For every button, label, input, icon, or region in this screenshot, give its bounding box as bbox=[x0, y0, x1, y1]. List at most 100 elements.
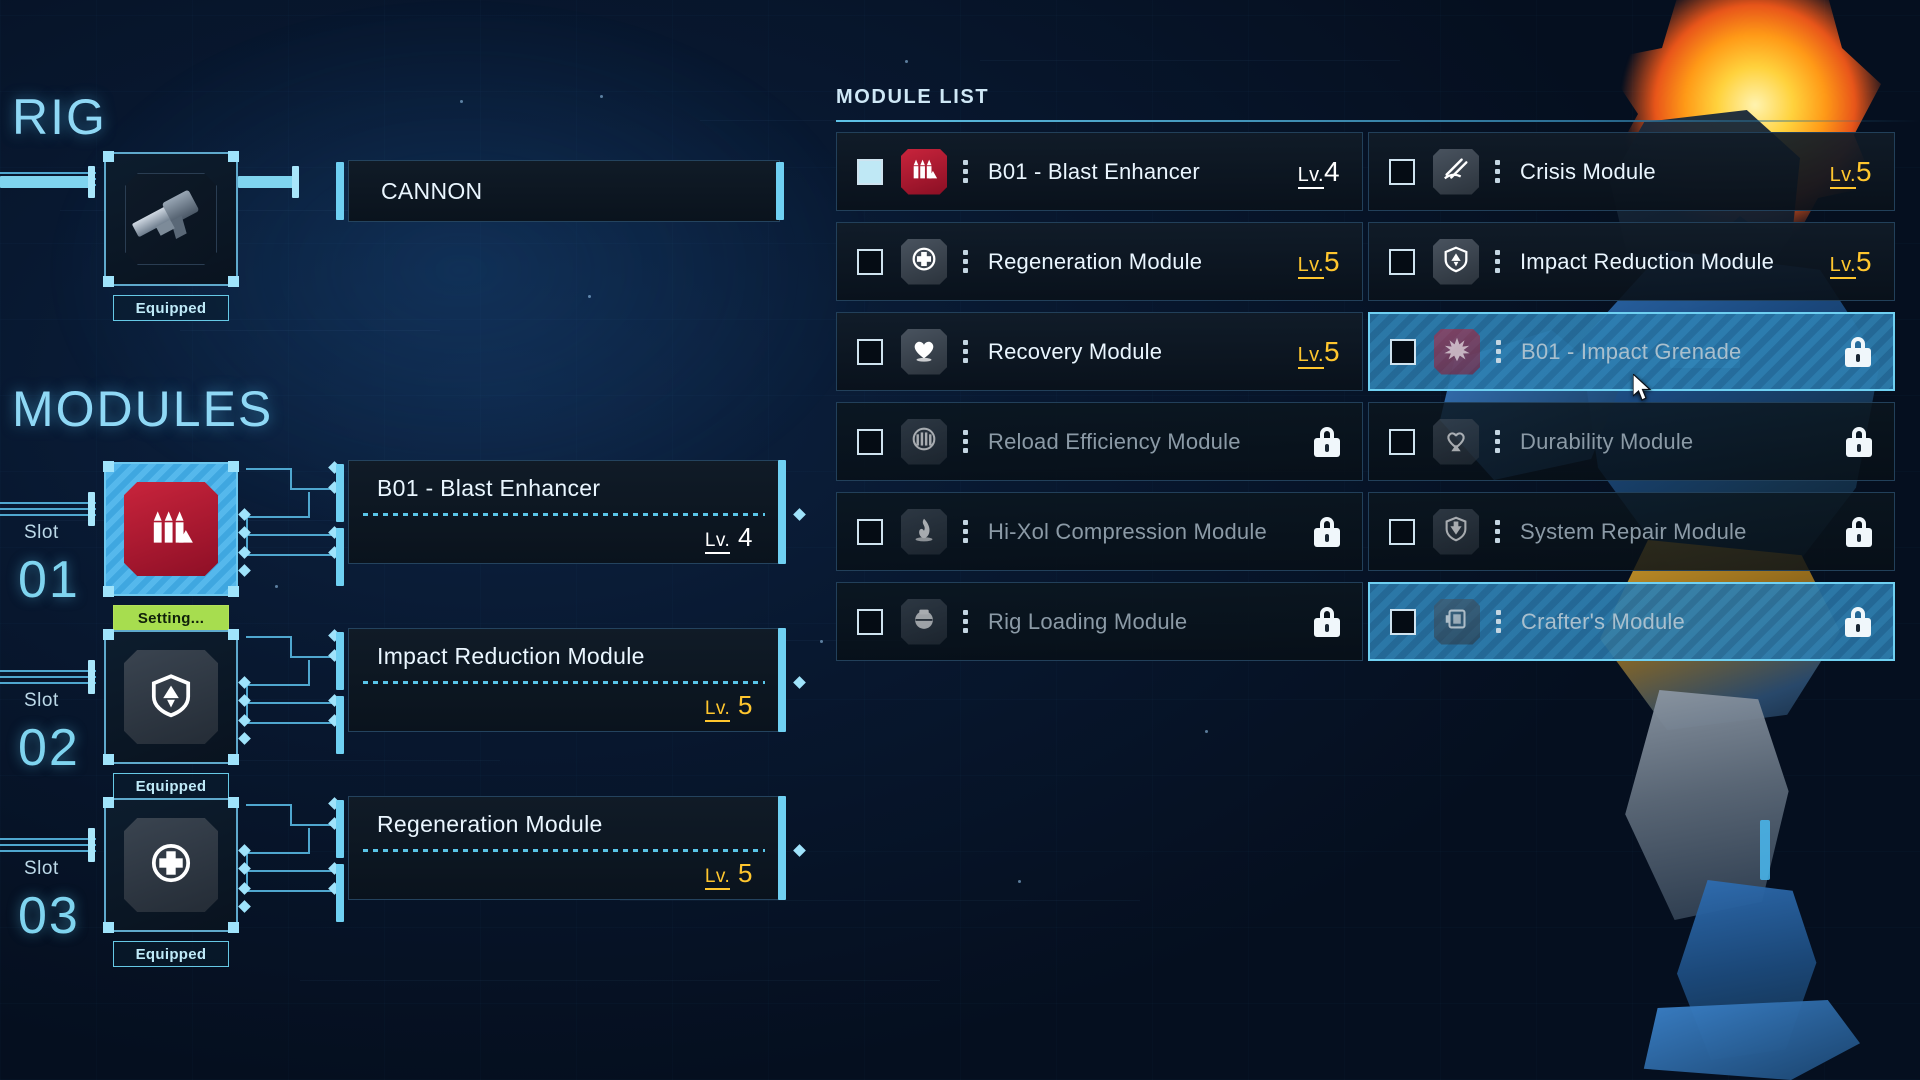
module-name: Regeneration Module bbox=[988, 248, 1203, 274]
module-drag-handle[interactable] bbox=[1495, 426, 1500, 457]
module-checkbox[interactable] bbox=[857, 428, 883, 455]
module-checkbox[interactable] bbox=[1389, 428, 1415, 455]
regeneration-icon bbox=[901, 238, 947, 285]
slot-corner bbox=[103, 629, 114, 640]
background-speck bbox=[600, 95, 603, 98]
module-slot-02[interactable] bbox=[103, 629, 239, 765]
module-checkbox[interactable] bbox=[857, 608, 883, 635]
module-status bbox=[1846, 516, 1872, 547]
slot-equipped-badge: Equipped bbox=[113, 773, 229, 799]
module-name: System Repair Module bbox=[1520, 518, 1747, 544]
level-prefix: Lv. bbox=[704, 530, 731, 554]
level-value: 4 bbox=[738, 522, 753, 552]
module-slot-01[interactable] bbox=[103, 461, 239, 597]
module-checkbox[interactable] bbox=[1389, 248, 1415, 275]
panel-left-bar-top bbox=[336, 800, 344, 858]
module-checkbox[interactable] bbox=[857, 518, 883, 545]
module-info-level: Lv. 4 bbox=[704, 522, 753, 554]
module-list-row[interactable]: Regeneration Module Lv.5 bbox=[836, 222, 1363, 301]
module-drag-handle[interactable] bbox=[963, 426, 968, 457]
module-checkbox[interactable] bbox=[1389, 158, 1415, 185]
module-info-level: Lv. 5 bbox=[704, 858, 753, 890]
module-drag-handle[interactable] bbox=[1496, 336, 1501, 367]
module-drag-handle[interactable] bbox=[963, 336, 968, 367]
rig-weapon-panel[interactable]: CANNON bbox=[348, 160, 780, 222]
module-list-row[interactable]: Crafter's Module bbox=[1368, 582, 1895, 661]
blast-enhancer-icon bbox=[124, 482, 218, 576]
impact-reduction-icon bbox=[124, 650, 218, 744]
module-checkbox[interactable] bbox=[857, 248, 883, 275]
module-drag-handle[interactable] bbox=[963, 156, 968, 187]
module-list-row[interactable]: System Repair Module bbox=[1368, 492, 1895, 571]
module-status: Lv.4 bbox=[1297, 155, 1340, 189]
slot-corner bbox=[103, 754, 114, 765]
module-info-panel[interactable]: Regeneration Module Lv. 5 bbox=[348, 796, 780, 900]
panel-left-bar-top bbox=[336, 632, 344, 690]
module-list-left-column: B01 - Blast Enhancer Lv.4 Regeneration M… bbox=[836, 132, 1363, 672]
module-status: Lv.5 bbox=[1829, 156, 1872, 189]
module-info-name: B01 - Blast Enhancer bbox=[377, 475, 601, 501]
rig-rail-cap bbox=[88, 166, 95, 198]
module-info-name: Impact Reduction Module bbox=[377, 643, 645, 669]
module-checkbox[interactable] bbox=[857, 158, 883, 185]
module-list-row[interactable]: Recovery Module Lv.5 bbox=[836, 312, 1363, 391]
module-status: Lv.5 bbox=[1829, 246, 1872, 279]
module-name: B01 - Blast Enhancer bbox=[988, 158, 1200, 184]
module-checkbox[interactable] bbox=[857, 338, 883, 365]
background-speck bbox=[1018, 880, 1021, 883]
rig-panel-left-bar bbox=[336, 162, 344, 220]
module-drag-handle[interactable] bbox=[963, 606, 968, 637]
module-checkbox[interactable] bbox=[1390, 338, 1416, 365]
module-drag-handle[interactable] bbox=[1495, 516, 1500, 547]
level-prefix: Lv. bbox=[1297, 163, 1325, 189]
system-repair-icon bbox=[1433, 508, 1479, 555]
rig-rail-bar bbox=[0, 176, 92, 188]
module-list-row[interactable]: Durability Module bbox=[1368, 402, 1895, 481]
rig-equipped-badge: Equipped bbox=[113, 295, 229, 321]
slot-equipped-badge: Equipped bbox=[113, 941, 229, 967]
blast-enhancer-icon bbox=[901, 148, 947, 195]
module-checkbox[interactable] bbox=[1390, 608, 1416, 635]
module-checkbox[interactable] bbox=[1389, 518, 1415, 545]
module-name: Durability Module bbox=[1520, 428, 1694, 454]
module-list-row[interactable]: B01 - Impact Grenade bbox=[1368, 312, 1895, 391]
slot-label: Slot bbox=[24, 522, 59, 543]
slot-label: Slot bbox=[24, 690, 59, 711]
slot-corner bbox=[228, 922, 239, 933]
module-drag-handle[interactable] bbox=[1495, 246, 1500, 277]
level-value: 5 bbox=[738, 858, 753, 888]
module-drag-handle[interactable] bbox=[963, 246, 968, 277]
module-list-row[interactable]: Impact Reduction Module Lv.5 bbox=[1368, 222, 1895, 301]
module-list-row[interactable]: Crisis Module Lv.5 bbox=[1368, 132, 1895, 211]
module-list-row[interactable]: Hi-Xol Compression Module bbox=[836, 492, 1363, 571]
module-list-row[interactable]: Reload Efficiency Module bbox=[836, 402, 1363, 481]
module-slot-03[interactable] bbox=[103, 797, 239, 933]
module-drag-handle[interactable] bbox=[1495, 156, 1500, 187]
module-info-panel[interactable]: Impact Reduction Module Lv. 5 bbox=[348, 628, 780, 732]
slot-corner bbox=[103, 151, 114, 162]
slot-inner bbox=[116, 810, 226, 920]
module-list-title: MODULE LIST bbox=[836, 86, 990, 108]
module-list-row[interactable]: Rig Loading Module bbox=[836, 582, 1363, 661]
rig-weapon-slot[interactable] bbox=[103, 151, 239, 287]
module-drag-handle[interactable] bbox=[963, 516, 968, 547]
slot-rail-left bbox=[0, 502, 96, 520]
panel-left-bar-top bbox=[336, 464, 344, 522]
module-info-panel[interactable]: B01 - Blast Enhancer Lv. 4 bbox=[348, 460, 780, 564]
module-info-level: Lv. 5 bbox=[704, 690, 753, 722]
crisis-icon bbox=[1433, 148, 1479, 195]
panel-right-bar bbox=[778, 628, 786, 732]
rig-rail-bar-right bbox=[238, 176, 298, 188]
module-list-row[interactable]: B01 - Blast Enhancer Lv.4 bbox=[836, 132, 1363, 211]
slot-number: 03 bbox=[18, 887, 80, 945]
modules-section-title: MODULES bbox=[12, 381, 274, 437]
module-name: Impact Reduction Module bbox=[1520, 248, 1775, 274]
rig-weapon-name: CANNON bbox=[381, 178, 483, 204]
module-level: Lv.5 bbox=[1297, 336, 1340, 369]
panel-right-bar bbox=[778, 796, 786, 900]
module-drag-handle[interactable] bbox=[1496, 606, 1501, 637]
background-speck bbox=[820, 640, 823, 643]
level-value: 4 bbox=[1324, 155, 1340, 187]
panel-left-bar-bottom bbox=[336, 864, 344, 922]
lock-icon bbox=[1846, 426, 1872, 457]
